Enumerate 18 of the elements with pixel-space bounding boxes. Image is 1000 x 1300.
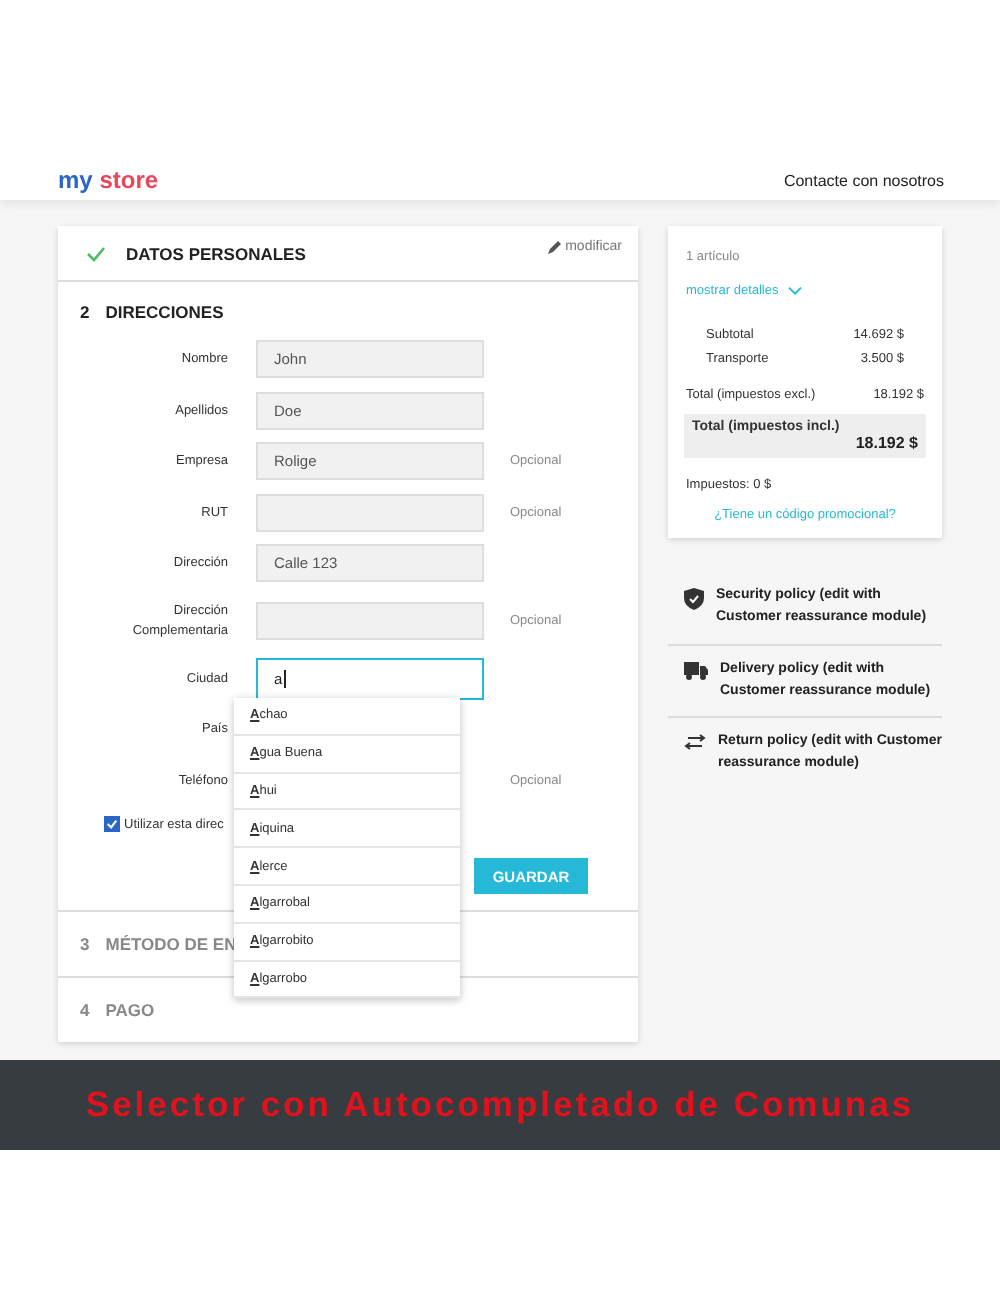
contact-link[interactable]: Contacte con nosotros — [783, 171, 944, 189]
step-title: DATOS PERSONALES — [126, 243, 306, 263]
banner-title: Selector con Autocompletado de Comunas — [85, 1084, 915, 1126]
input-field[interactable] — [256, 602, 484, 640]
step-number: 4 — [80, 1000, 90, 1020]
input-field[interactable] — [256, 493, 484, 532]
total-value: 18.192 $ — [855, 434, 918, 452]
step-number: 3 — [80, 934, 90, 954]
store-logo[interactable]: my store — [58, 166, 159, 194]
pencil-icon — [547, 240, 562, 254]
step-number: 2 — [80, 302, 90, 322]
swap-arrows-icon — [684, 734, 706, 751]
step-title: DIRECCIONES — [105, 302, 224, 322]
truck-icon — [684, 661, 708, 680]
chevron-icon — [788, 286, 803, 296]
checkbox[interactable] — [104, 816, 120, 832]
shield-icon — [684, 588, 704, 610]
step-title: PAGO — [105, 1000, 155, 1020]
